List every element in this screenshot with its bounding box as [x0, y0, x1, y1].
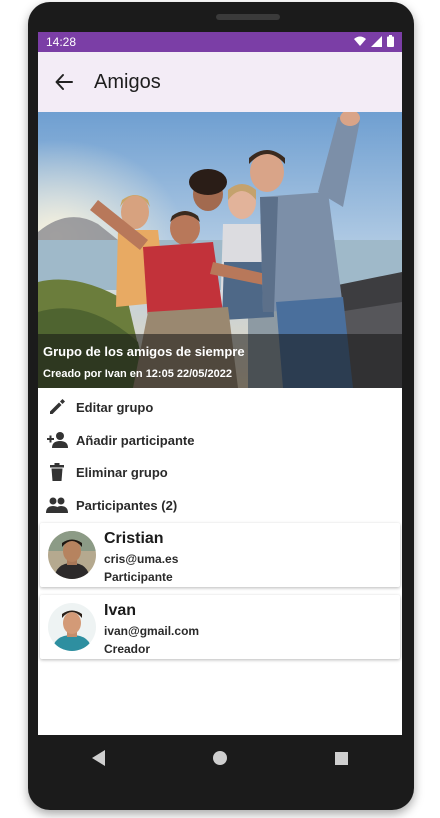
arrow-back-icon [55, 74, 73, 90]
delete-group-label: Eliminar grupo [76, 464, 168, 480]
page-title: Amigos [94, 70, 161, 93]
participant-card[interactable]: Cristian cris@uma.es Participante [40, 523, 400, 587]
avatar [48, 531, 96, 579]
add-participant-button[interactable]: Añadir participante [38, 424, 402, 456]
wifi-icon [354, 36, 366, 46]
person-add-icon [47, 432, 68, 448]
app-bar: Amigos [38, 52, 402, 112]
group-created-info: Creado por Ivan en 12:05 22/05/2022 [43, 368, 232, 380]
group-cover-image: Grupo de los amigos de siempre Creado po… [38, 112, 402, 388]
participant-card[interactable]: Ivan ivan@gmail.com Creador [40, 595, 400, 659]
edit-group-label: Editar grupo [76, 399, 154, 415]
participant-email: cris@uma.es [104, 552, 179, 566]
trash-icon [50, 463, 64, 481]
participants-label: Participantes (2) [76, 497, 178, 513]
app-screen: 14:28 Amigos Grupo de los amigos de siem… [38, 32, 402, 735]
status-bar: 14:28 [38, 32, 402, 52]
group-name: Grupo de los amigos de siempre [43, 344, 245, 359]
participant-email: ivan@gmail.com [104, 624, 200, 638]
status-icons [354, 35, 394, 47]
delete-group-button[interactable]: Eliminar grupo [38, 456, 402, 488]
avatar [48, 603, 96, 651]
nav-home-icon[interactable] [213, 751, 228, 765]
nav-recents-icon[interactable] [335, 751, 349, 765]
edit-group-button[interactable]: Editar grupo [38, 391, 402, 423]
signal-icon [371, 35, 382, 47]
add-participant-label: Añadir participante [76, 432, 195, 448]
participant-name: Ivan [104, 602, 137, 619]
speaker-grille [216, 14, 280, 20]
participant-name: Cristian [104, 530, 164, 547]
group-icon [46, 497, 68, 513]
system-navigation-bar [38, 735, 402, 781]
participant-role: Creador [104, 642, 151, 656]
battery-icon [387, 35, 394, 47]
nav-back-icon[interactable] [91, 750, 106, 766]
participant-role: Participante [104, 570, 173, 584]
participants-header: Participantes (2) [38, 489, 402, 521]
group-info-overlay: Grupo de los amigos de siempre Creado po… [38, 334, 402, 388]
pencil-icon [50, 399, 65, 414]
status-time: 14:28 [46, 35, 77, 49]
back-button[interactable] [38, 73, 90, 91]
